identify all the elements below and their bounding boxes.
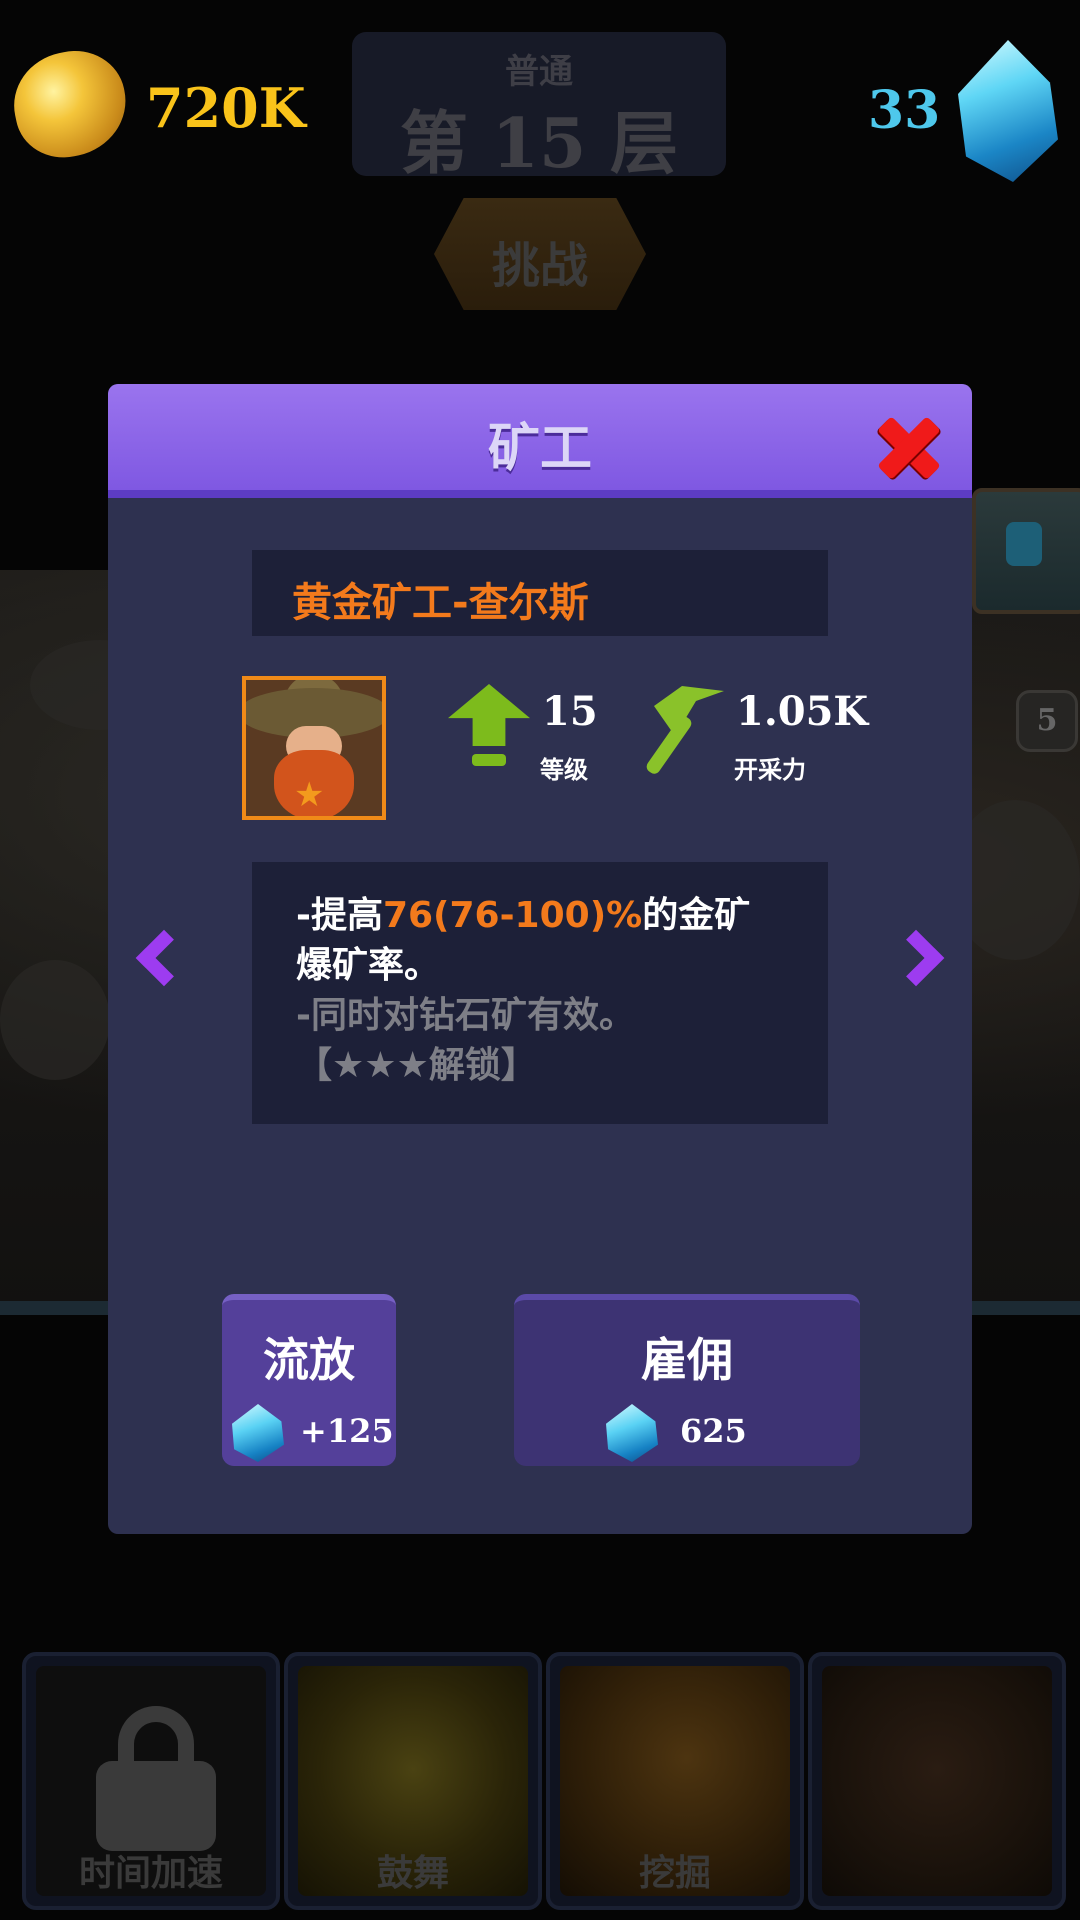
dialog-header: 矿工 <box>108 384 972 498</box>
mining-power-label: 开采力 <box>734 756 806 784</box>
skill-label: 时间加速 <box>78 1853 223 1894</box>
gem-count: 33 <box>868 80 941 141</box>
hire-button[interactable]: 雇佣 625 <box>514 1294 860 1466</box>
dialog-title: 矿工 <box>487 419 592 479</box>
skill-slot-bag[interactable] <box>808 1652 1066 1910</box>
treasure-chest-background <box>972 488 1080 614</box>
level-up-arrow-icon <box>448 684 530 774</box>
dismiss-reward: +125 <box>222 1404 396 1462</box>
pickaxe-icon <box>644 686 726 777</box>
dismiss-button[interactable]: 流放 +125 <box>222 1294 396 1466</box>
description-line: 爆矿率。 <box>296 945 441 986</box>
previous-miner-arrow[interactable] <box>126 924 182 1004</box>
unlock-requirement: 【★★★解锁】 <box>296 1045 537 1086</box>
next-miner-arrow[interactable] <box>898 924 954 1004</box>
mining-power-value: 1.05K <box>736 688 869 735</box>
diamond-icon <box>232 1404 284 1462</box>
gold-nugget-icon <box>4 41 136 167</box>
description-suffix: 的金矿 <box>642 895 751 936</box>
rock-decoration <box>0 960 110 1080</box>
skill-slot-dig[interactable]: 挖掘 <box>546 1652 804 1910</box>
gold-amount: 720K <box>146 76 306 140</box>
skill-slot-inspire[interactable]: 鼓舞 <box>284 1652 542 1910</box>
description-line: -提高76(76-100)%的金矿 <box>296 886 750 938</box>
padlock-icon <box>96 1761 216 1851</box>
hire-cost: 625 <box>514 1404 860 1462</box>
miner-portrait: ★ <box>242 676 386 820</box>
dismiss-label: 流放 <box>263 1333 355 1387</box>
diamond-icon <box>606 1404 658 1462</box>
boost-percentage: 76(76-100)% <box>382 895 643 936</box>
miner-name-box: 黄金矿工-查尔斯 <box>252 550 828 636</box>
skill-label: 鼓舞 <box>376 1853 449 1894</box>
floor-mode: 普通 <box>505 52 573 92</box>
chest-lock-icon <box>1006 522 1042 566</box>
challenge-button-label: 挑战 <box>491 238 588 294</box>
hire-label: 雇佣 <box>641 1333 733 1387</box>
star-rank-icon: ★ <box>294 775 325 815</box>
level-value: 15 <box>542 688 598 735</box>
floor-title: 第 15 层 <box>400 104 678 184</box>
description-line-locked: -同时对钻石矿有效。 <box>296 995 635 1036</box>
background-level-badge: 5 <box>1016 690 1078 752</box>
dismiss-reward-amount: +125 <box>300 1412 394 1450</box>
skill-description-box: -提高76(76-100)%的金矿 爆矿率。 -同时对钻石矿有效。 【★★★解锁… <box>252 862 828 1124</box>
close-button[interactable] <box>870 408 948 486</box>
miner-detail-dialog: 矿工 黄金矿工-查尔斯 ★ 15 等级 1.05K 开采力 -提高76(76-1… <box>108 384 972 1534</box>
hire-cost-amount: 625 <box>680 1412 747 1450</box>
skill-label: 挖掘 <box>638 1853 711 1894</box>
diamond-icon[interactable] <box>958 40 1058 182</box>
level-label: 等级 <box>540 756 588 784</box>
skill-slot-time-boost[interactable]: 时间加速 <box>22 1652 280 1910</box>
description-prefix: -提高 <box>296 895 383 936</box>
backpack-icon <box>822 1666 1052 1896</box>
miner-name: 黄金矿工-查尔斯 <box>292 580 589 626</box>
